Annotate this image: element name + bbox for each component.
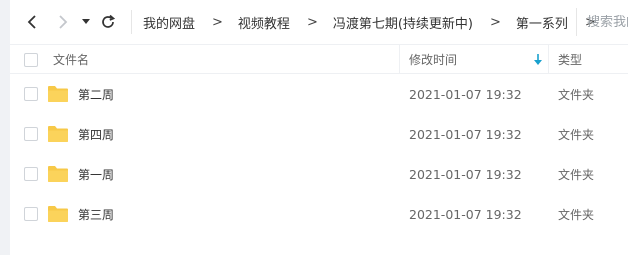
- table-row[interactable]: 第二周 2021-01-07 19:32 文件夹: [10, 74, 628, 114]
- breadcrumb-separator: >: [212, 14, 223, 30]
- folder-icon: [48, 206, 68, 222]
- row-checkbox[interactable]: [24, 127, 38, 141]
- search-input[interactable]: [587, 14, 628, 30]
- refresh-icon: [102, 14, 116, 28]
- table-row[interactable]: 第一周 2021-01-07 19:32 文件夹: [10, 154, 628, 194]
- forward-button[interactable]: [51, 8, 75, 36]
- column-header-name[interactable]: 文件名: [53, 45, 89, 74]
- breadcrumb: 我的网盘 > 视频教程 > 冯渡第七期(持续更新中) > 第一系列 >: [143, 0, 611, 44]
- breadcrumb-separator: >: [306, 14, 318, 30]
- column-divider[interactable]: [548, 45, 549, 74]
- folder-icon: [48, 86, 68, 102]
- search-box: [576, 8, 628, 36]
- file-name[interactable]: 第一周: [78, 154, 114, 194]
- row-checkbox[interactable]: [24, 207, 38, 221]
- table-row[interactable]: 第四周 2021-01-07 19:32 文件夹: [10, 114, 628, 154]
- file-modified: 2021-01-07 19:32: [409, 166, 522, 182]
- table-header: 文件名 修改时间 类型: [10, 44, 628, 74]
- select-all-checkbox[interactable]: [24, 53, 38, 67]
- nav-separator: [131, 10, 132, 34]
- breadcrumb-item[interactable]: 视频教程: [238, 13, 290, 32]
- back-button[interactable]: [20, 8, 44, 36]
- file-modified: 2021-01-07 19:32: [409, 126, 522, 142]
- column-header-modified[interactable]: 修改时间: [409, 45, 457, 74]
- chevron-left-icon: [27, 15, 36, 29]
- navigation-bar: 我的网盘 > 视频教程 > 冯渡第七期(持续更新中) > 第一系列 >: [10, 0, 628, 44]
- file-name[interactable]: 第三周: [78, 194, 114, 234]
- row-checkbox[interactable]: [24, 167, 38, 181]
- folder-icon: [48, 126, 68, 142]
- folder-icon: [48, 166, 68, 182]
- column-header-type[interactable]: 类型: [558, 45, 582, 74]
- file-type: 文件夹: [558, 207, 595, 222]
- caret-down-icon: [82, 19, 90, 24]
- left-panel-edge: [0, 0, 10, 255]
- file-modified: 2021-01-07 19:32: [409, 86, 522, 102]
- chevron-right-icon: [59, 15, 68, 29]
- file-type: 文件夹: [558, 87, 595, 102]
- row-checkbox[interactable]: [24, 87, 38, 101]
- history-dropdown-button[interactable]: [78, 8, 94, 36]
- file-list: 第二周 2021-01-07 19:32 文件夹 第四周 2021-01-07 …: [10, 74, 628, 234]
- file-modified: 2021-01-07 19:32: [409, 206, 522, 222]
- breadcrumb-item[interactable]: 第一系列: [516, 13, 568, 32]
- breadcrumb-separator: >: [490, 14, 501, 30]
- file-name[interactable]: 第二周: [78, 74, 114, 114]
- refresh-button[interactable]: [96, 8, 120, 36]
- table-row[interactable]: 第三周 2021-01-07 19:32 文件夹: [10, 194, 628, 234]
- column-divider[interactable]: [399, 45, 400, 74]
- breadcrumb-item[interactable]: 我的网盘: [143, 13, 195, 32]
- sort-descending-icon[interactable]: [533, 54, 543, 66]
- breadcrumb-item[interactable]: 冯渡第七期(持续更新中): [333, 13, 473, 32]
- file-name[interactable]: 第四周: [78, 114, 114, 154]
- file-type: 文件夹: [558, 127, 595, 142]
- file-type: 文件夹: [558, 167, 595, 182]
